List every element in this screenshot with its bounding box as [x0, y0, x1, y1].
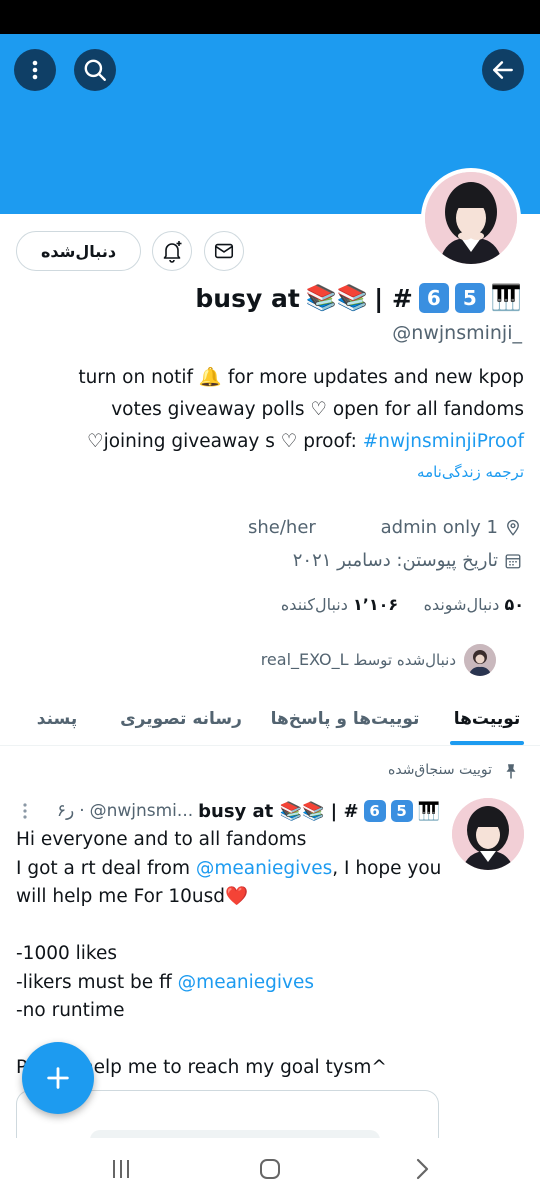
pronouns-text: she/her — [248, 517, 316, 538]
followers-label: دنبال‌کننده — [280, 595, 348, 614]
profile-tabs: توییت‌ها توییت‌ها و پاسخ‌ها رسانه تصویری… — [0, 692, 540, 746]
following-button[interactable]: دنبال‌شده — [16, 231, 141, 271]
followed-by[interactable]: دنبال‌شده توسط real_EXO_L — [261, 650, 456, 669]
tweet-handle: @nwjnsmi... — [89, 801, 194, 821]
plus-icon — [47, 1067, 69, 1089]
joined-text: تاریخ پیوستن: دسامبر ۲۰۲۱ — [292, 550, 498, 571]
status-bar — [0, 0, 540, 34]
followers-count: ۱٬۱۰۶ — [352, 595, 399, 614]
tweet-line: -likers must be ff @meaniegives — [16, 969, 436, 998]
tab-tweets[interactable]: توییت‌ها — [446, 692, 528, 746]
system-navbar — [0, 1138, 540, 1200]
name-text: busy at — [195, 283, 300, 313]
tweet-text-segment: I got a rt deal from — [16, 857, 196, 879]
message-button[interactable] — [204, 231, 244, 271]
following-stat[interactable]: ۵۰ دنبال‌شونده — [424, 595, 524, 614]
arrow-forward-icon — [493, 61, 513, 79]
profile-name: busy at 📚📚 | # 6 5 🎹 — [195, 283, 522, 313]
back-button[interactable] — [482, 49, 524, 91]
tab-likes[interactable]: پسند — [22, 692, 92, 746]
calendar-icon — [505, 553, 521, 568]
location-text: 1 admin only — [380, 517, 498, 538]
followers-stat[interactable]: ۱٬۱۰۶ دنبال‌کننده — [281, 595, 398, 614]
hashtag-link[interactable]: #nwjnsminjiProof — [363, 431, 524, 452]
followed-by-prefix: دنبال‌شده توسط — [353, 651, 456, 669]
tab-tweets-replies[interactable]: توییت‌ها و پاسخ‌ها — [266, 692, 424, 746]
tweet-header: ۶ر · @nwjnsmi... busy at 📚📚 | # 6 5 🎹 — [57, 800, 440, 822]
tweet-line: I got a rt deal from @meaniegives, I hop… — [16, 855, 441, 884]
tweet-text-segment: -likers must be ff — [16, 971, 178, 993]
location-pin-icon — [507, 519, 519, 536]
pin-icon — [506, 764, 516, 779]
following-label: دنبال‌شونده — [423, 595, 500, 614]
tweet-text-segment: , I hope you — [332, 857, 442, 879]
keycap-five: 5 — [390, 800, 413, 822]
tweet-line: Hi everyone and to all fandoms — [16, 829, 307, 850]
keycap-five: 5 — [454, 283, 485, 313]
notifications-button[interactable] — [152, 231, 192, 271]
location-item: 1 admin only — [381, 517, 522, 538]
tweet-author-avatar[interactable] — [452, 798, 524, 870]
tweet-time: ۶ر — [56, 801, 75, 821]
tweet-line: will help me For 10usd❤️ — [16, 886, 249, 907]
follower-avatar[interactable] — [464, 644, 496, 676]
piano-emoji: 🎹 — [490, 283, 522, 312]
bio-line: ♡joining giveaway s ♡ proof: #nwjnsminji… — [14, 426, 524, 458]
active-tab-indicator — [450, 741, 524, 745]
compose-tweet-button[interactable] — [22, 1042, 94, 1114]
followed-by-name: real_EXO_L — [260, 650, 349, 669]
pinned-label: توییت سنجاق‌شده — [388, 762, 492, 778]
keycap-six: 6 — [363, 800, 386, 822]
keycap-six: 6 — [418, 283, 449, 313]
more-button[interactable] — [14, 49, 56, 91]
back-chevron-icon[interactable] — [412, 1157, 432, 1181]
tweet-text[interactable]: Hi everyone and to all fandoms I got a r… — [16, 826, 441, 1083]
piano-emoji: 🎹 — [417, 800, 440, 822]
following-count: ۵۰ — [504, 595, 524, 614]
joined-item: تاریخ پیوستن: دسامبر ۲۰۲۱ — [293, 550, 522, 571]
tweet-dot: · — [79, 801, 85, 821]
tweet-line: -1000 likes — [16, 943, 117, 964]
profile-avatar[interactable] — [421, 168, 521, 268]
tab-media[interactable]: رسانه تصویری — [116, 692, 246, 746]
search-icon — [84, 59, 106, 81]
translate-bio-link[interactable]: ترجمه زندگی‌نامه — [417, 463, 524, 481]
tweet-menu-icon[interactable] — [22, 802, 28, 820]
more-vertical-icon — [32, 60, 38, 80]
mention-link[interactable]: @meaniegives — [196, 858, 332, 879]
bio-line: turn on notif 🔔 for more updates and new… — [78, 367, 524, 388]
tweet-author-name: busy at 📚📚 | # — [198, 800, 359, 822]
follow-stats: ۵۰ دنبال‌شونده ۱٬۱۰۶ دنبال‌کننده — [281, 595, 524, 614]
name-separator: | # — [374, 283, 413, 313]
bio-line: votes giveaway polls ♡ open for all fand… — [111, 399, 524, 420]
profile-bio: turn on notif 🔔 for more updates and new… — [14, 362, 524, 458]
bio-text: ♡joining giveaway s ♡ proof: — [87, 431, 363, 452]
home-icon[interactable] — [258, 1157, 282, 1181]
books-emoji: 📚📚 — [305, 283, 369, 312]
mention-link[interactable]: @meaniegives — [178, 972, 314, 993]
tweet-line: -no runtime — [16, 1000, 125, 1021]
profile-handle: @nwjnsminji_ — [392, 322, 522, 344]
envelope-icon — [214, 243, 234, 259]
search-button[interactable] — [74, 49, 116, 91]
recents-icon[interactable] — [110, 1158, 132, 1180]
bell-plus-icon — [163, 241, 182, 263]
